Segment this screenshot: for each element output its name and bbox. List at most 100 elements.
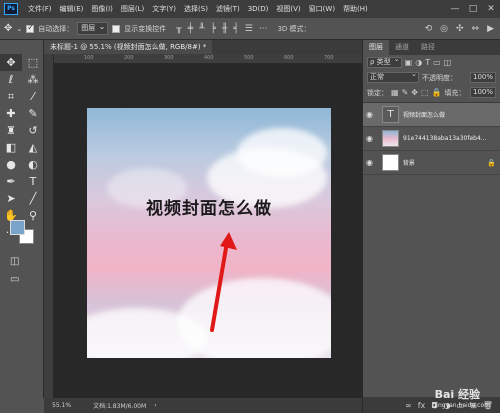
path-select-icon[interactable]: ➤ xyxy=(0,190,22,207)
menu-type[interactable]: 文字(Y) xyxy=(148,4,180,14)
3d-orbit-icon[interactable]: ⟲ xyxy=(425,24,433,34)
foreground-color-swatch[interactable] xyxy=(10,220,25,235)
zoom-level[interactable]: 55.1% xyxy=(52,402,71,409)
lasso-tool-icon[interactable]: ℓ xyxy=(0,71,22,88)
link-layers-icon[interactable]: ∞ xyxy=(405,401,412,410)
filter-adjust-icon[interactable]: ◑ xyxy=(415,58,422,67)
menu-filter[interactable]: 滤镜(T) xyxy=(212,4,244,14)
marquee-tool-icon[interactable]: ⬚ xyxy=(22,54,44,71)
eyedropper-icon[interactable]: ⁄ xyxy=(22,88,44,105)
lock-all-icon[interactable]: 🔒 xyxy=(432,88,442,97)
menu-image[interactable]: 图像(I) xyxy=(87,4,117,14)
brush-tool-icon[interactable]: ✎ xyxy=(22,105,44,122)
visibility-eye-icon[interactable]: ◉ xyxy=(366,158,378,167)
3d-pan-icon[interactable]: ✣ xyxy=(456,24,464,34)
paint-bucket-icon[interactable]: ◭ xyxy=(22,139,44,156)
panel-tabs: 图层 通道 路径 xyxy=(363,40,500,55)
align-right-icon[interactable]: ╡ xyxy=(233,24,238,34)
healing-brush-icon[interactable]: ✚ xyxy=(0,105,22,122)
status-menu-icon[interactable]: › xyxy=(154,402,156,409)
document-info: 文档:1.83M/6.00M xyxy=(93,403,147,410)
layer-row[interactable]: ◉ 背景 🔒 xyxy=(363,151,500,175)
quick-mask-icon[interactable]: ◫ xyxy=(10,256,19,267)
filter-type-icon[interactable]: T xyxy=(425,58,430,67)
video-icon[interactable]: ▶ xyxy=(487,24,494,34)
photoshop-logo: Ps xyxy=(4,3,18,15)
line-tool-icon[interactable]: ╱ xyxy=(22,190,44,207)
eraser-icon[interactable]: ◧ xyxy=(0,139,22,156)
color-swatches[interactable] xyxy=(10,220,36,246)
ruler-tick: 600 xyxy=(284,55,294,61)
3d-mode-label: 3D 模式： xyxy=(277,24,311,33)
visibility-eye-icon[interactable]: ◉ xyxy=(366,134,378,143)
canvas-area[interactable]: 视频封面怎么做 xyxy=(54,64,362,398)
lock-pixels-icon[interactable]: ✎ xyxy=(402,88,409,97)
ruler-tick: 500 xyxy=(244,55,254,61)
magic-wand-icon[interactable]: ⁂ xyxy=(22,71,44,88)
auto-select-checkbox[interactable] xyxy=(26,23,35,33)
watermark-brand: Bai 经验 xyxy=(434,388,481,401)
menu-help[interactable]: 帮助(H) xyxy=(339,4,372,14)
filter-smart-icon[interactable]: ◫ xyxy=(444,58,452,67)
pen-tool-icon[interactable]: ✒ xyxy=(0,173,22,190)
layers-panel: 图层 通道 路径 ρ 类型 ▣ ◑ T ▭ ◫ 正常 不透明度： 100% 锁定… xyxy=(362,40,500,413)
menu-layer[interactable]: 图层(L) xyxy=(117,4,148,14)
layer-row[interactable]: ◉ T 视频封面怎么做 xyxy=(363,103,500,127)
align-bottom-icon[interactable]: ╨ xyxy=(199,24,204,34)
more-options-icon[interactable]: ··· xyxy=(259,24,268,34)
blur-tool-icon[interactable]: ● xyxy=(0,156,22,173)
menu-3d[interactable]: 3D(D) xyxy=(244,5,273,13)
lock-transparent-icon[interactable]: ▦ xyxy=(391,88,399,97)
3d-slide-icon[interactable]: ⇔ xyxy=(472,24,480,34)
fill-input[interactable]: 100% xyxy=(469,87,496,98)
distribute-icon[interactable]: ☰ xyxy=(245,24,253,34)
layer-name[interactable]: 背景 xyxy=(403,158,487,167)
visibility-eye-icon[interactable]: ◉ xyxy=(366,110,378,119)
blend-mode-dropdown[interactable]: 正常 xyxy=(367,70,419,83)
layer-name[interactable]: 视频封面怎么做 xyxy=(403,110,489,119)
close-button[interactable]: ✕ xyxy=(482,4,500,14)
move-tool-icon[interactable]: ✥ xyxy=(0,54,22,71)
background-layer-thumbnail xyxy=(381,154,399,171)
filter-shape-icon[interactable]: ▭ xyxy=(433,58,441,67)
layer-style-icon[interactable]: fx xyxy=(418,401,426,410)
lock-artboard-icon[interactable]: ⬚ xyxy=(421,88,429,97)
dodge-tool-icon[interactable]: ◐ xyxy=(22,156,44,173)
layer-row[interactable]: ◉ 91e744138aba13a30feb4... xyxy=(363,127,500,151)
align-top-icon[interactable]: ╥ xyxy=(176,24,181,34)
history-brush-icon[interactable]: ↺ xyxy=(22,122,44,139)
tab-layers[interactable]: 图层 xyxy=(363,40,389,55)
red-arrow-annotation xyxy=(210,232,237,332)
minimize-button[interactable]: — xyxy=(446,4,464,14)
show-transform-label: 显示变换控件 xyxy=(124,24,167,33)
crop-tool-icon[interactable]: ⌗ xyxy=(0,88,22,105)
window-controls: — □ ✕ xyxy=(446,4,500,14)
align-vcenter-icon[interactable]: ╪ xyxy=(188,24,193,34)
menu-window[interactable]: 窗口(W) xyxy=(305,4,339,14)
tab-channels[interactable]: 通道 xyxy=(389,40,415,55)
document-tab[interactable]: 未标题-1 @ 55.1% (视频封面怎么做, RGB/8#) * xyxy=(44,40,213,54)
layer-name[interactable]: 91e744138aba13a30feb4... xyxy=(403,135,489,142)
show-transform-checkbox[interactable] xyxy=(112,24,121,33)
fill-label: 填充： xyxy=(444,88,466,97)
align-hcenter-icon[interactable]: ╫ xyxy=(222,24,227,34)
lock-position-icon[interactable]: ✥ xyxy=(411,88,418,97)
clone-stamp-icon[interactable]: ♜ xyxy=(0,122,22,139)
menu-file[interactable]: 文件(F) xyxy=(24,4,56,14)
opacity-input[interactable]: 100% xyxy=(469,72,496,83)
document-canvas[interactable]: 视频封面怎么做 xyxy=(87,108,331,358)
align-left-icon[interactable]: ╞ xyxy=(211,24,216,34)
type-tool-icon[interactable]: T xyxy=(22,173,44,190)
layer-filter-dropdown[interactable]: ρ 类型 xyxy=(367,55,402,68)
auto-select-dropdown[interactable]: 图层 xyxy=(77,21,109,35)
menu-select[interactable]: 选择(S) xyxy=(180,4,212,14)
filter-pixel-icon[interactable]: ▣ xyxy=(405,58,413,67)
menu-edit[interactable]: 编辑(E) xyxy=(56,4,88,14)
screen-mode-icon[interactable]: ▭ xyxy=(10,274,19,285)
3d-roll-icon[interactable]: ◎ xyxy=(440,24,448,34)
chevron-down-icon[interactable]: ⌄ xyxy=(16,25,22,33)
menu-view[interactable]: 视图(V) xyxy=(272,4,304,14)
move-tool-icon[interactable]: ✥ xyxy=(4,23,12,34)
maximize-button[interactable]: □ xyxy=(464,4,482,14)
tab-paths[interactable]: 路径 xyxy=(415,40,441,55)
